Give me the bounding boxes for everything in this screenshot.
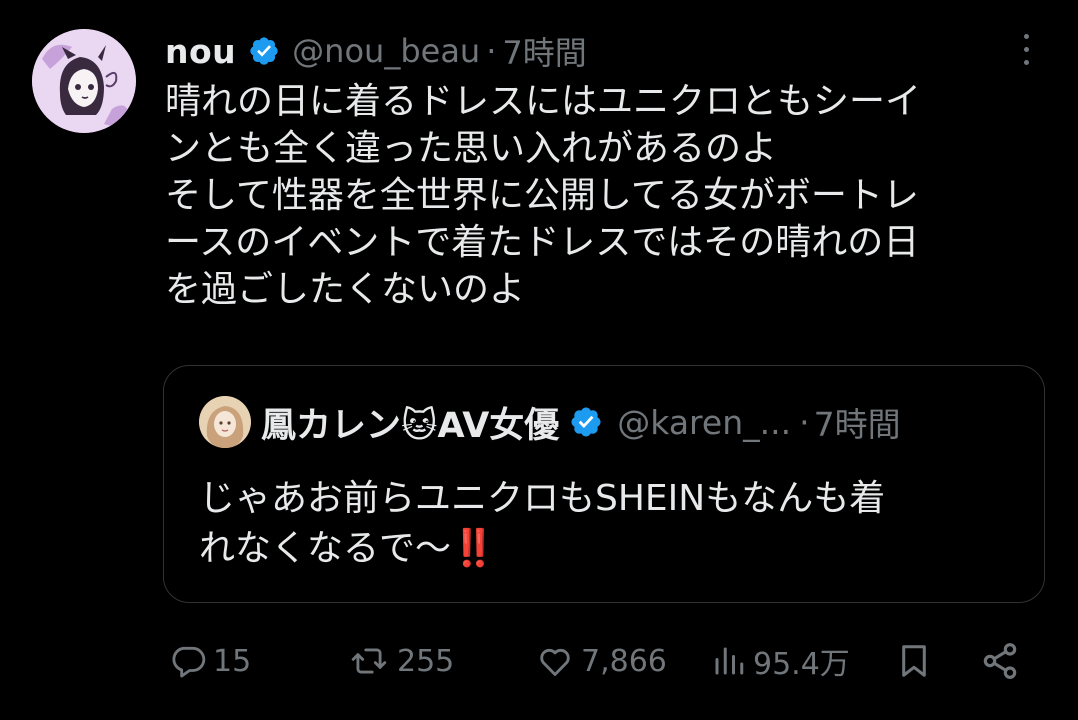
quoted-post-time[interactable]: 7時間 [814,398,901,446]
verified-badge-icon[interactable] [248,35,280,67]
views-icon [711,642,747,680]
post-header: nou @nou_beau · 7時間 [165,26,587,76]
reply-button[interactable]: 15 [169,632,251,690]
quoted-author-avatar[interactable] [199,396,251,448]
like-button[interactable]: 7,866 [535,632,667,690]
quoted-text-line: じゃあお前らユニクロもSHEINもなんも着 [199,478,886,519]
reply-count: 15 [213,643,252,679]
author-handle[interactable]: @nou_beau [292,32,480,70]
like-count: 7,866 [581,643,667,679]
post-text: 晴れの日に着るドレスにはユニクロともシーイ ンとも全く違った思い入れがあるのよ … [165,78,1045,313]
quoted-post-text: じゃあお前らユニクロもSHEINもなんも着 れなくなるで〜‼️ [199,474,1019,574]
bookmark-button[interactable] [895,632,933,690]
post-text-line: ンとも全く違った思い入れがあるのよ [165,128,778,169]
action-bar: 15 255 7,866 95.4万 [165,632,1035,690]
repost-icon [347,642,391,680]
author-avatar[interactable] [32,29,136,133]
like-icon [535,642,575,680]
more-icon[interactable] [1016,34,1036,70]
author-name[interactable]: nou [165,32,236,71]
views-button[interactable]: 95.4万 [711,632,850,690]
post-text-line: 晴れの日に着るドレスにはユニクロともシーイ [165,81,922,122]
share-icon [980,641,1020,681]
quoted-author-name[interactable]: 鳳カレン🐱AV女優 [261,397,559,448]
separator-dot: · [486,32,497,70]
quoted-post[interactable]: 鳳カレン🐱AV女優 @karen_... · 7時間 じゃあお前らユニクロもSH… [163,365,1045,603]
post-time[interactable]: 7時間 [502,28,586,74]
verified-badge-icon[interactable] [569,405,603,439]
repost-count: 255 [397,643,455,679]
repost-button[interactable]: 255 [347,632,454,690]
quoted-text-line: れなくなるで〜‼️ [199,528,496,569]
separator-dot: · [799,402,810,442]
post-text-line: を過ごしたくないのよ [165,269,526,310]
views-count: 95.4万 [753,647,850,682]
quoted-header: 鳳カレン🐱AV女優 @karen_... · 7時間 [261,396,901,448]
reply-icon [169,642,207,680]
post-text-line: そして性器を全世界に公開してる女がボートレ [165,175,919,216]
post-text-line: ースのイベントで着たドレスではその晴れの日 [165,222,920,263]
share-button[interactable] [980,632,1020,690]
quoted-author-handle[interactable]: @karen_... [617,403,791,442]
bookmark-icon [895,641,933,681]
